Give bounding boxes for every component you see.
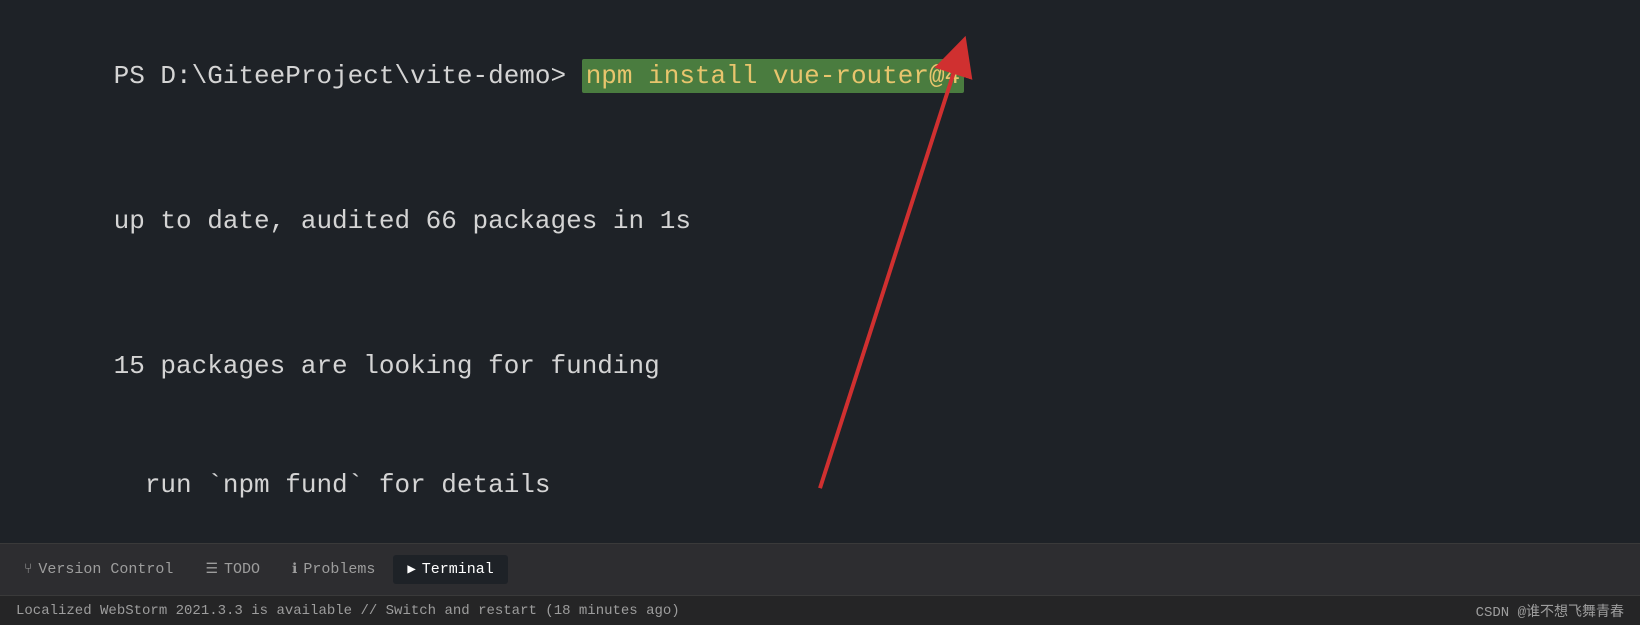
funding-line-1: 15 packages are looking for funding (20, 308, 1620, 425)
tab-version-control[interactable]: ⑂ Version Control (10, 555, 187, 584)
tab-terminal[interactable]: ▶ Terminal (393, 555, 507, 584)
prompt-prefix: PS D:\GiteeProject\vite-demo> (114, 61, 582, 91)
tab-todo-label: TODO (224, 561, 260, 578)
terminal-icon: ▶ (407, 561, 415, 578)
version-control-icon: ⑂ (24, 562, 32, 578)
status-right-text: CSDN @谁不想飞舞青春 (1476, 601, 1624, 621)
audit-line: up to date, audited 66 packages in 1s (20, 163, 1620, 280)
tab-todo[interactable]: ☰ TODO (191, 555, 274, 584)
gap-1 (20, 137, 1620, 163)
status-bar: Localized WebStorm 2021.3.3 is available… (0, 595, 1640, 625)
terminal-container: PS D:\GiteeProject\vite-demo> npm instal… (0, 0, 1640, 625)
todo-icon: ☰ (205, 561, 218, 578)
tab-problems-label: Problems (303, 561, 375, 578)
funding-text-2: run `npm fund` for details (114, 470, 551, 500)
problems-icon: ℹ (292, 561, 297, 578)
tab-terminal-label: Terminal (422, 561, 494, 578)
npm-command: npm install vue-router@4 (582, 59, 964, 93)
tabs-bar: ⑂ Version Control ☰ TODO ℹ Problems ▶ Te… (0, 543, 1640, 595)
audit-text: up to date, audited 66 packages in 1s (114, 206, 691, 236)
gap-2 (20, 282, 1620, 308)
funding-text-1: 15 packages are looking for funding (114, 351, 660, 381)
command-line: PS D:\GiteeProject\vite-demo> npm instal… (20, 18, 1620, 135)
funding-line-2: run `npm fund` for details (20, 427, 1620, 543)
tab-version-control-label: Version Control (38, 561, 173, 578)
tab-problems[interactable]: ℹ Problems (278, 555, 389, 584)
status-left-text: Localized WebStorm 2021.3.3 is available… (16, 603, 1476, 619)
terminal-main: PS D:\GiteeProject\vite-demo> npm instal… (0, 0, 1640, 543)
